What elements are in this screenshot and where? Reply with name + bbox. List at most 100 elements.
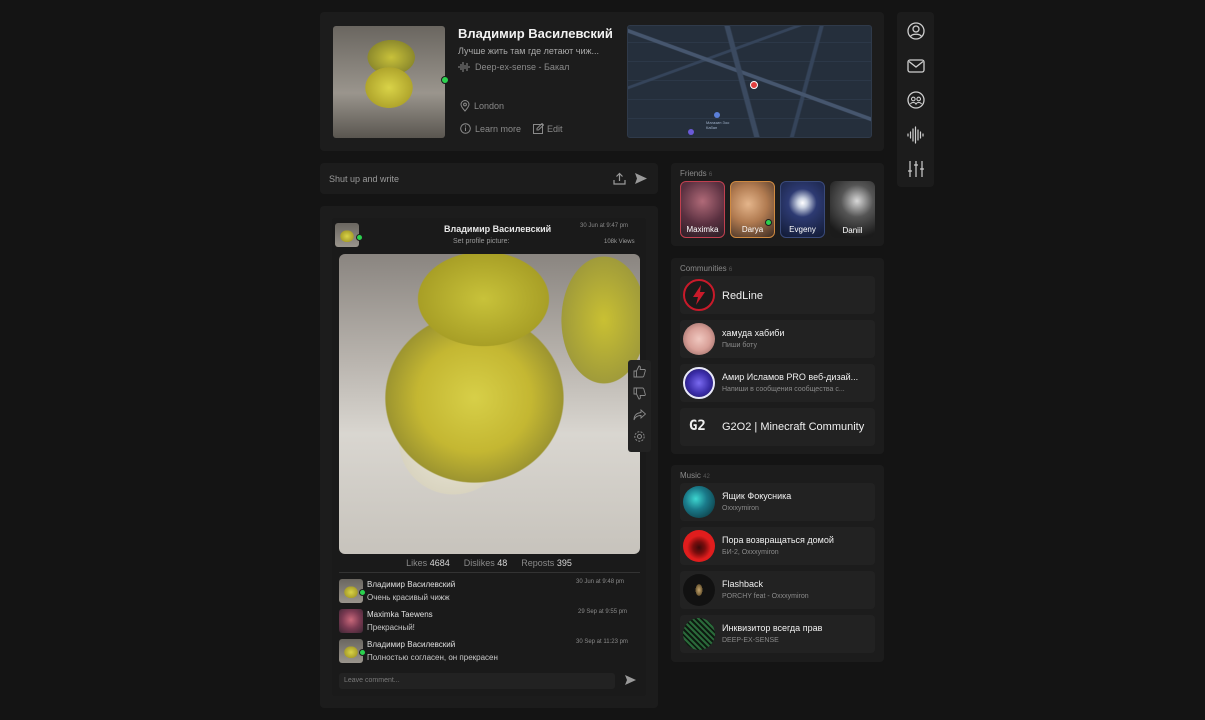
track-title: Пора возвращаться домой [722, 535, 834, 545]
online-indicator [356, 234, 363, 241]
post-card: Владимир Василевский Set profile picture… [320, 206, 658, 708]
upload-icon[interactable] [613, 172, 626, 185]
comment-input-placeholder: Leave comment... [344, 677, 400, 684]
composer-input[interactable]: Shut up and write [329, 174, 399, 184]
likes-stat[interactable]: Likes 4684 [406, 558, 450, 568]
music-count: 42 [703, 474, 710, 480]
friend-card[interactable]: Evgeny [780, 181, 825, 238]
mail-icon[interactable] [907, 57, 925, 75]
comment-item: Maximka Taewens Прекрасный! 29 Sep at 9:… [339, 609, 640, 637]
map-label: Магазин Зоо Кабан [706, 120, 730, 130]
edit-button[interactable]: Edit [533, 123, 563, 134]
post-time: 30 Jun at 9:47 pm [580, 223, 629, 229]
community-avatar [683, 279, 715, 311]
send-icon[interactable] [634, 172, 648, 185]
profile-status: Лучше жить там где летают чиж... [458, 46, 600, 56]
community-item[interactable]: G2 G2O2 | Minecraft Community [680, 408, 875, 446]
comment-author[interactable]: Владимир Василевский [367, 580, 455, 589]
friend-card[interactable]: Darya [730, 181, 775, 238]
post-stats: Likes 4684 Dislikes 48 Reposts 395 [320, 558, 658, 568]
comment-item: Владимир Василевский Полностью согласен,… [339, 639, 640, 667]
comment-author[interactable]: Maximka Taewens [367, 610, 433, 619]
reposts-label: Reposts [521, 558, 555, 568]
friends-panel: Friends 6 Maximka Darya Evgeny Daniil [671, 163, 884, 246]
profile-avatar[interactable] [333, 26, 445, 138]
track-title: Flashback [722, 579, 764, 589]
comment-text: Прекрасный! [367, 623, 415, 632]
audio-wave-icon [458, 62, 470, 72]
learn-more-button[interactable]: Learn more [460, 123, 521, 134]
community-logo: G2 [689, 418, 706, 434]
edit-label: Edit [547, 123, 563, 134]
location-pin-icon [460, 100, 470, 112]
friend-name: Maximka [686, 225, 719, 234]
track-item[interactable]: Flashback PORCHY feat - Oxxxymiron [680, 571, 875, 609]
online-indicator [359, 589, 366, 596]
friend-card[interactable]: Daniil [830, 181, 875, 238]
divider [339, 572, 640, 573]
music-title[interactable]: Music 42 [680, 471, 710, 480]
track-cover [683, 486, 715, 518]
post-author-name[interactable]: Владимир Василевский [444, 224, 551, 234]
comment-input[interactable]: Leave comment... [339, 673, 615, 689]
like-icon[interactable] [633, 365, 646, 378]
location-map[interactable]: Магазин Зоо Кабан [627, 25, 872, 138]
audio-wave-icon[interactable] [907, 126, 925, 144]
communities-count: 6 [728, 267, 733, 273]
track-artist: Oxxxymiron [722, 505, 759, 512]
edit-icon [533, 123, 544, 134]
people-icon[interactable] [907, 91, 925, 109]
online-indicator [359, 649, 366, 656]
map-poi-icon [714, 112, 720, 118]
now-playing-track: Deep-ex-sense - Бакал [475, 62, 570, 72]
track-item[interactable]: Ящик Фокусника Oxxxymiron [680, 483, 875, 521]
communities-title[interactable]: Communities 6 [680, 264, 732, 273]
track-item[interactable]: Пора возвращаться домой БИ-2, Oxxxymiron [680, 527, 875, 565]
post-composer: Shut up and write [320, 163, 658, 194]
track-item[interactable]: Инквизитор всегда прав DEEP-EX-SENSE [680, 615, 875, 653]
community-subtitle: Напиши в сообщения сообщества с... [722, 386, 845, 393]
send-icon[interactable] [624, 674, 637, 686]
friends-title[interactable]: Friends 6 [680, 169, 712, 178]
track-title: Ящик Фокусника [722, 491, 792, 501]
user-icon[interactable] [907, 22, 925, 40]
track-cover [683, 618, 715, 650]
map-pin-icon [750, 81, 758, 89]
reposts-count: 395 [556, 558, 572, 568]
settings-icon[interactable] [633, 430, 646, 443]
post-subtitle: Set profile picture: [453, 238, 510, 245]
comment-author[interactable]: Владимир Василевский [367, 640, 455, 649]
friend-name: Darya [741, 225, 764, 234]
comment-avatar[interactable] [339, 609, 363, 633]
community-name: Амир Исламов PRO веб-дизай... [722, 372, 859, 382]
comment-time: 30 Jun at 9:48 pm [576, 579, 625, 585]
comment-time: 29 Sep at 9:55 pm [578, 609, 628, 615]
location-text: London [474, 101, 505, 111]
profile-name: Владимир Василевский [458, 26, 613, 41]
community-item[interactable]: Амир Исламов PRO веб-дизай... Напиши в с… [680, 364, 875, 402]
track-artist: PORCHY feat - Oxxxymiron [722, 593, 809, 600]
track-cover [683, 530, 715, 562]
post-image[interactable] [339, 254, 640, 554]
community-item[interactable]: RedLine [680, 276, 875, 314]
post-views: 108k Views [604, 239, 635, 245]
location: London [460, 100, 504, 112]
communities-label: Communities [680, 264, 727, 273]
music-label: Music [680, 471, 701, 480]
sliders-icon[interactable] [907, 160, 925, 178]
community-name: хамуда хабиби [722, 328, 785, 338]
dislikes-stat[interactable]: Dislikes 48 [464, 558, 508, 568]
dislike-icon[interactable] [633, 387, 646, 400]
community-avatar [683, 323, 715, 355]
map-metro-icon [688, 129, 694, 135]
now-playing[interactable]: Deep-ex-sense - Бакал [458, 62, 569, 72]
friends-count: 6 [708, 172, 713, 178]
reposts-stat[interactable]: Reposts 395 [521, 558, 572, 568]
friend-name: Daniil [842, 226, 863, 235]
track-title: Инквизитор всегда прав [722, 623, 823, 633]
learn-more-label: Learn more [475, 123, 522, 134]
lightning-icon [693, 285, 705, 305]
community-item[interactable]: хамуда хабиби Пиши боту [680, 320, 875, 358]
share-icon[interactable] [633, 409, 646, 421]
friend-card[interactable]: Maximka [680, 181, 725, 238]
